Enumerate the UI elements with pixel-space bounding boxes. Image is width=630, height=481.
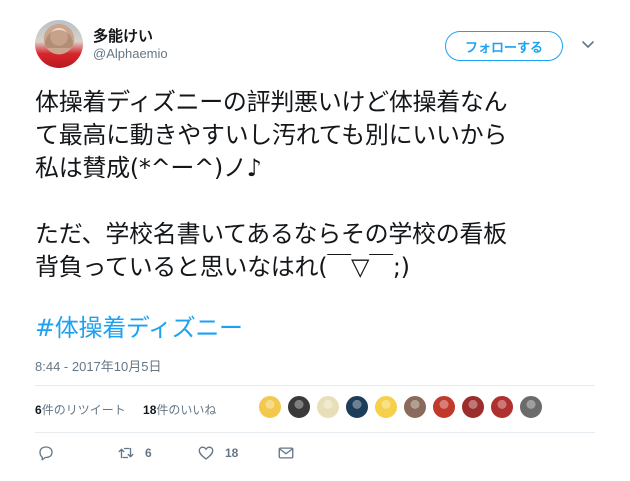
tweet-card: 多能けい @Alphaemio フォローする 体操着ディズニーの評判悪いけど体操…	[0, 0, 630, 481]
like-button[interactable]: 18	[197, 444, 238, 462]
reply-button[interactable]	[37, 444, 55, 462]
heart-icon	[198, 446, 214, 460]
liker-avatar[interactable]	[403, 395, 427, 419]
retweet-icon	[118, 447, 134, 459]
liker-avatar[interactable]	[374, 395, 398, 419]
liker-avatar[interactable]	[461, 395, 485, 419]
tweet-timestamp[interactable]: 8:44 - 2017年10月5日	[35, 356, 161, 375]
liker-avatar[interactable]	[432, 395, 456, 419]
retweet-stat[interactable]: 6件のリツイート	[35, 403, 126, 417]
tweet-stats: 6件のリツイート 18件のいいね	[35, 401, 230, 418]
user-handle[interactable]: @Alphaemio	[93, 46, 168, 61]
tweet-actions: 6 18	[35, 444, 595, 464]
direct-message-button[interactable]	[277, 444, 295, 462]
tweet-header: 多能けい @Alphaemio フォローする	[35, 20, 605, 72]
liker-avatar[interactable]	[519, 395, 543, 419]
reply-icon	[39, 446, 53, 461]
display-name[interactable]: 多能けい	[93, 25, 153, 46]
like-stat-count: 18	[143, 403, 157, 417]
chevron-down-icon[interactable]	[580, 36, 596, 52]
liker-avatar[interactable]	[258, 395, 282, 419]
hashtag-link[interactable]: #体操着ディズニー	[35, 312, 243, 345]
retweet-stat-label: 件のリツイート	[41, 403, 126, 417]
liker-avatar[interactable]	[316, 395, 340, 419]
like-stat-label: 件のいいね	[156, 403, 217, 417]
liker-avatar[interactable]	[287, 395, 311, 419]
retweet-stat-count: 6	[35, 403, 42, 417]
divider	[35, 385, 595, 386]
like-count: 18	[225, 446, 239, 460]
follow-button[interactable]: フォローする	[445, 31, 563, 61]
liker-avatar[interactable]	[345, 395, 369, 419]
user-avatar[interactable]	[35, 20, 83, 68]
envelope-icon	[278, 447, 294, 459]
divider	[35, 432, 595, 433]
like-stat[interactable]: 18件のいいね	[143, 403, 216, 417]
retweet-count: 6	[145, 446, 152, 460]
liker-avatar[interactable]	[490, 395, 514, 419]
tweet-text: 体操着ディズニーの評判悪いけど体操着なん て最高に動きやすいし汚れても別にいいか…	[35, 88, 508, 281]
retweet-button[interactable]: 6	[117, 444, 152, 462]
